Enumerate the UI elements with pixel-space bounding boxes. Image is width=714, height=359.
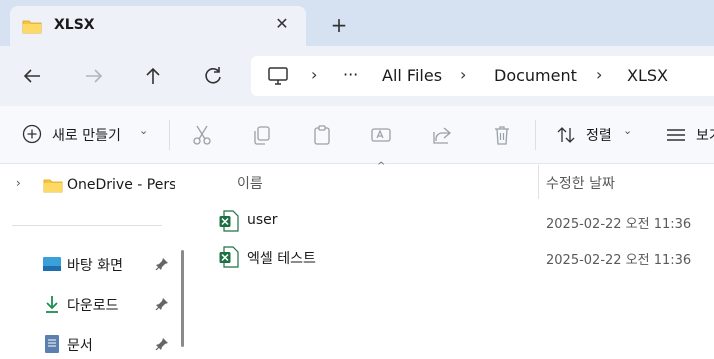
table-row[interactable]: 엑셀 테스트 2025-02-22 오전 11:36 xyxy=(215,243,714,273)
sidebar-scrollbar[interactable] xyxy=(181,250,184,347)
chevron-right-icon: › xyxy=(460,65,467,84)
delete-icon[interactable] xyxy=(491,124,513,146)
chevron-down-icon: ⌄ xyxy=(623,124,633,137)
address-bar[interactable]: › ··· All Files › Document › XLSX xyxy=(251,56,714,96)
navigation-pane: › OneDrive - Pers 바탕 화면 다운로드 문서 xyxy=(0,165,190,354)
plus-icon[interactable]: + xyxy=(328,14,350,36)
file-name: user xyxy=(247,212,278,228)
sidebar-item-onedrive[interactable]: › OneDrive - Pers xyxy=(0,173,178,201)
title-bar: XLSX ✕ + xyxy=(0,0,714,46)
close-icon[interactable]: ✕ xyxy=(272,14,292,34)
tab-title: XLSX xyxy=(54,17,95,33)
sidebar-item-label: 바탕 화면 xyxy=(67,258,123,274)
toolbar-divider xyxy=(169,120,170,150)
document-icon xyxy=(45,335,59,353)
pin-icon[interactable] xyxy=(155,257,169,271)
more-breadcrumbs[interactable]: ··· xyxy=(343,65,358,84)
download-icon xyxy=(46,296,58,313)
file-modified: 2025-02-22 오전 11:36 xyxy=(546,217,692,232)
pin-icon[interactable] xyxy=(155,297,169,311)
sort-ascending-icon: ^ xyxy=(377,161,386,172)
file-list: ^ 이름 수정한 날짜 user 2025-02-22 오전 11:36 엑셀 … xyxy=(195,161,714,347)
excel-icon xyxy=(219,246,239,268)
navigation-bar: › ··· All Files › Document › XLSX xyxy=(0,46,714,106)
paste-icon[interactable] xyxy=(311,124,333,146)
breadcrumb-xlsx[interactable]: XLSX xyxy=(627,66,668,85)
tab-xlsx[interactable]: XLSX ✕ xyxy=(10,6,306,46)
toolbar-divider xyxy=(535,120,536,150)
plus-circle-icon xyxy=(22,124,42,144)
list-view-icon xyxy=(667,129,685,141)
sidebar-item-label: 다운로드 xyxy=(67,298,119,314)
view-button[interactable]: 보기 xyxy=(666,124,714,146)
command-bar: 새로 만들기 ⌄ 정렬 ⌄ 보기 xyxy=(0,106,714,164)
sidebar-item-desktop[interactable]: 바탕 화면 xyxy=(0,251,178,279)
sort-label: 정렬 xyxy=(586,128,612,144)
breadcrumb-document[interactable]: Document xyxy=(494,66,577,85)
arrow-up-icon[interactable] xyxy=(141,64,165,88)
column-divider[interactable] xyxy=(538,165,539,199)
sidebar-item-downloads[interactable]: 다운로드 xyxy=(0,291,178,319)
pin-icon[interactable] xyxy=(155,337,169,351)
column-header-modified[interactable]: 수정한 날짜 xyxy=(546,173,615,193)
view-label: 보기 xyxy=(696,128,714,144)
rename-icon[interactable] xyxy=(370,124,392,146)
chevron-right-icon: › xyxy=(596,65,603,84)
file-name: 엑셀 테스트 xyxy=(247,251,316,267)
arrow-left-icon[interactable] xyxy=(20,64,44,88)
computer-icon xyxy=(268,67,288,85)
folder-icon xyxy=(22,20,42,34)
breadcrumb-all-files[interactable]: All Files xyxy=(382,66,442,85)
sidebar-item-documents[interactable]: 문서 xyxy=(0,331,178,359)
excel-icon xyxy=(219,210,239,232)
column-header-name[interactable]: 이름 xyxy=(237,173,263,193)
sidebar-divider xyxy=(12,225,162,226)
chevron-right-icon[interactable]: › xyxy=(16,176,21,190)
new-label: 새로 만들기 xyxy=(52,128,121,144)
copy-icon[interactable] xyxy=(251,124,273,146)
new-button[interactable]: 새로 만들기 ⌄ xyxy=(22,124,162,146)
sort-icon xyxy=(557,127,575,143)
chevron-right-icon: › xyxy=(311,65,318,84)
share-icon[interactable] xyxy=(431,124,453,146)
folder-icon xyxy=(43,179,63,193)
table-row[interactable]: user 2025-02-22 오전 11:36 xyxy=(215,207,714,237)
chevron-down-icon: ⌄ xyxy=(139,124,149,137)
desktop-icon xyxy=(43,257,61,271)
sort-button[interactable]: 정렬 ⌄ xyxy=(556,124,636,146)
refresh-icon[interactable] xyxy=(201,64,225,88)
sidebar-item-label: 문서 xyxy=(67,338,93,354)
sidebar-item-label: OneDrive - Pers xyxy=(67,177,175,193)
arrow-right-icon[interactable] xyxy=(82,64,106,88)
cut-icon[interactable] xyxy=(191,124,213,146)
file-modified: 2025-02-22 오전 11:36 xyxy=(546,253,692,268)
